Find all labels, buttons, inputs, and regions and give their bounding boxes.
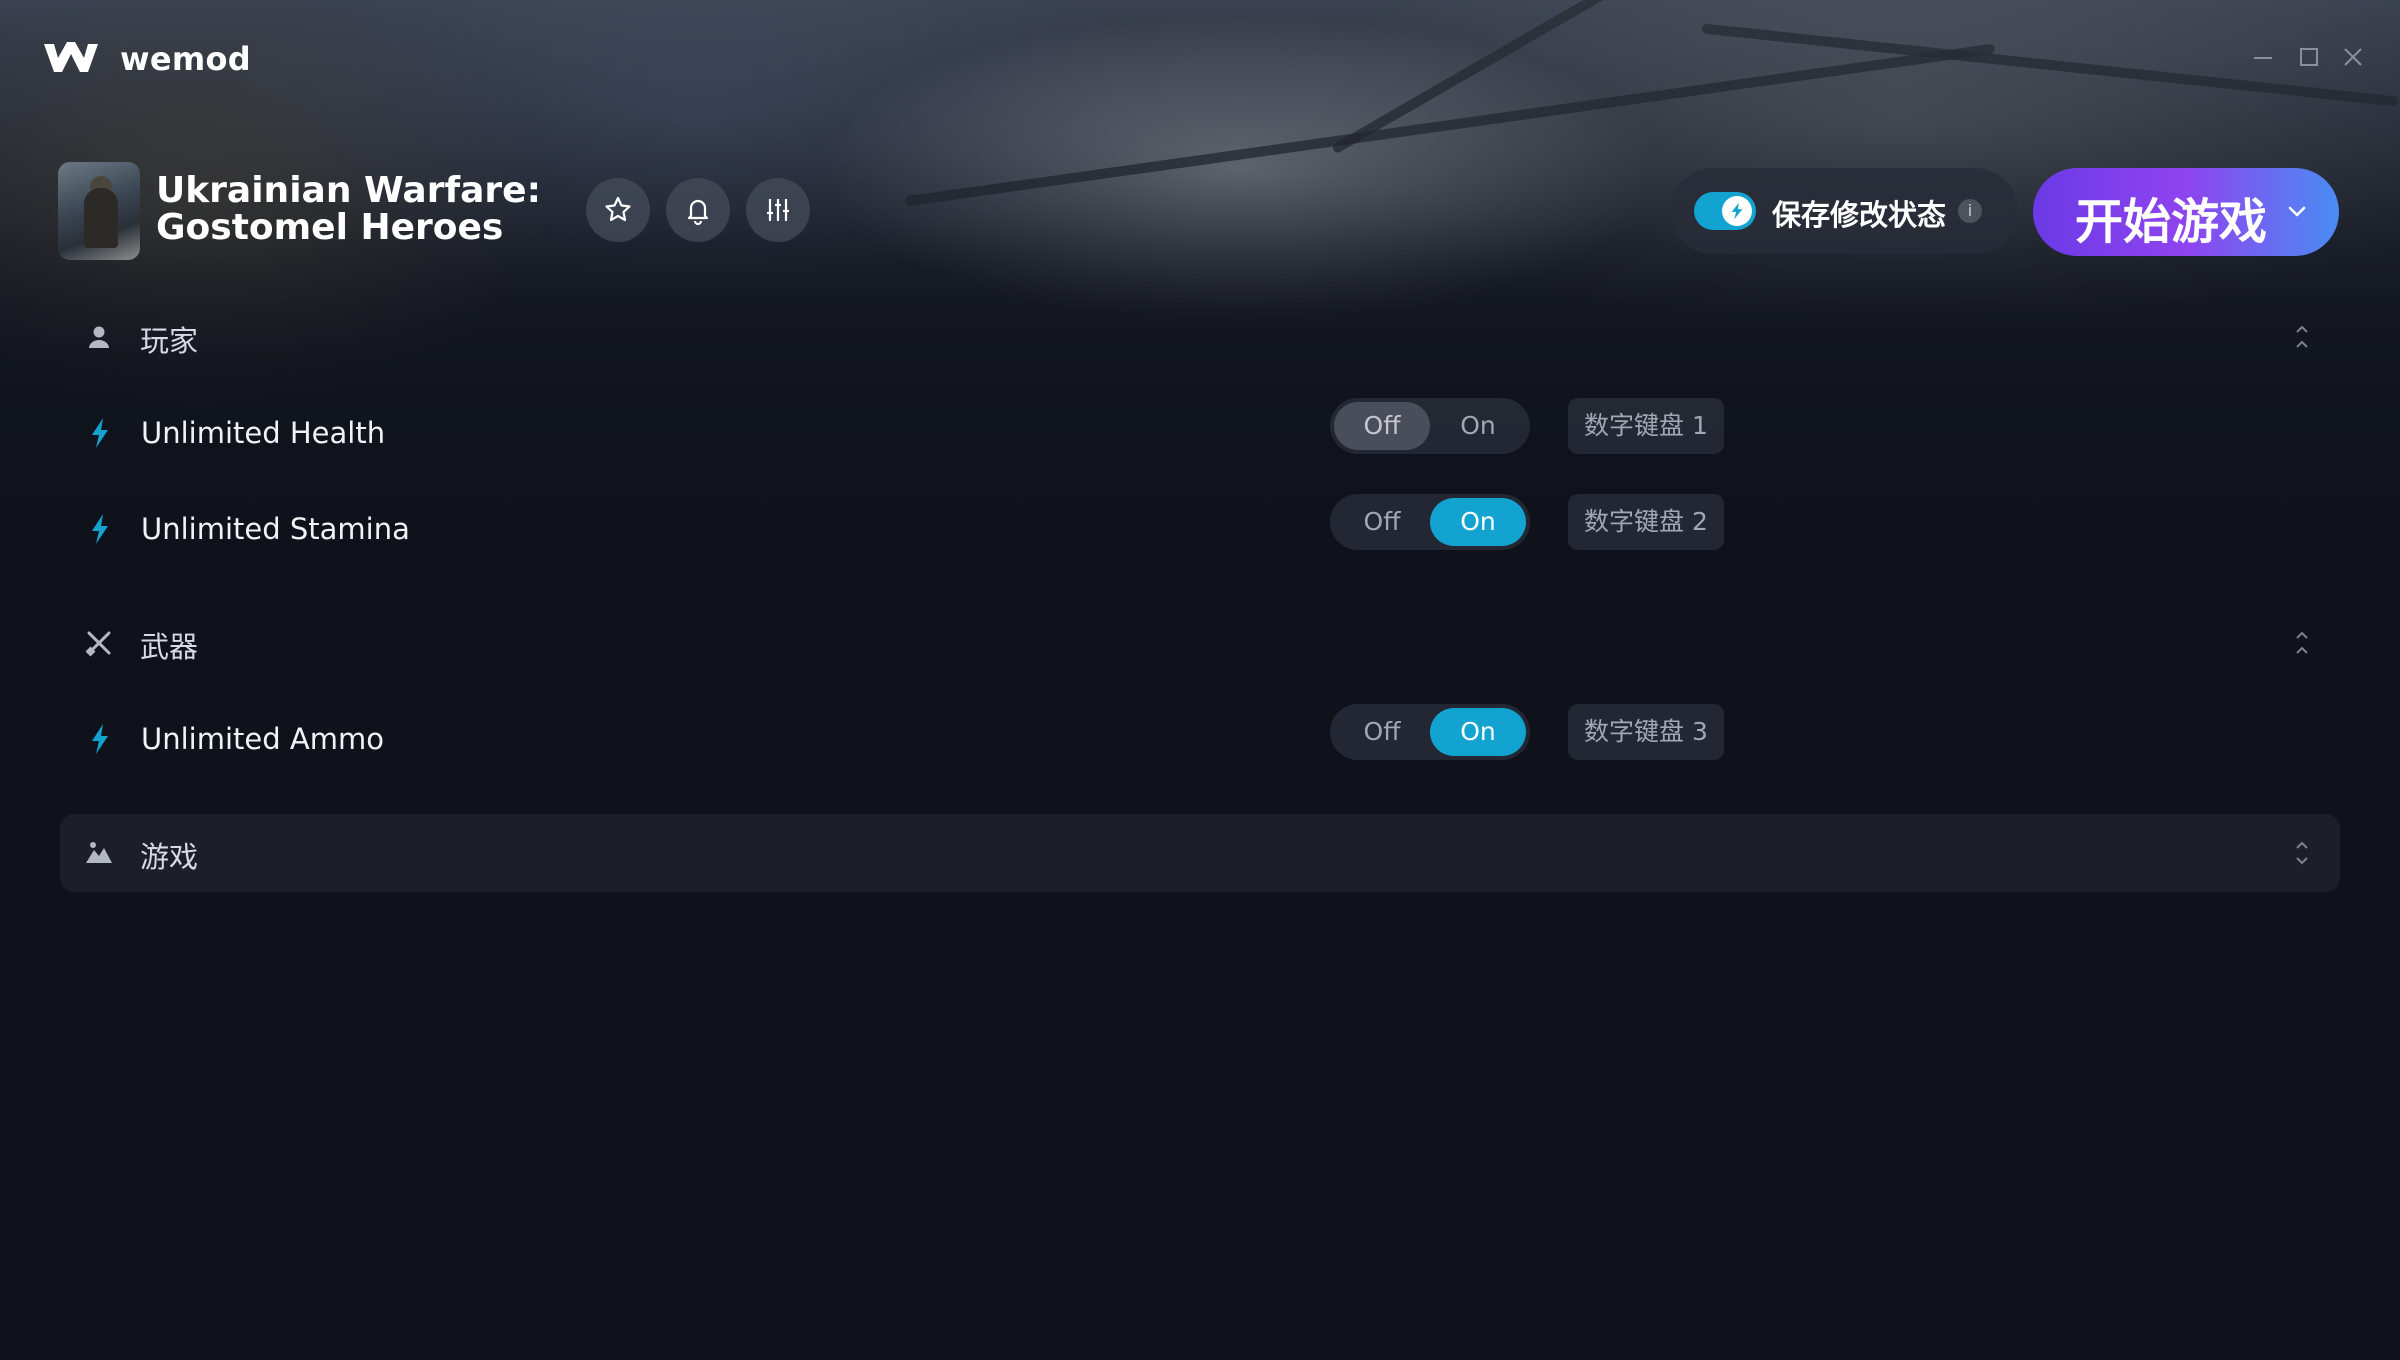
play-button-label: 开始游戏 bbox=[2075, 194, 2268, 250]
save-mods-label: 保存修改状态 bbox=[1772, 198, 1947, 232]
bolt-icon bbox=[92, 418, 108, 448]
section-label: 武器 bbox=[140, 630, 199, 664]
wemod-logo bbox=[44, 42, 98, 72]
toggle-off-option[interactable]: Off bbox=[1334, 498, 1430, 546]
expand-icon[interactable] bbox=[2288, 836, 2316, 870]
cheat-label: Unlimited Health bbox=[141, 416, 386, 450]
game-title: Ukrainian Warfare: Gostomel Heroes bbox=[156, 172, 541, 246]
section-header-game[interactable]: 游戏 bbox=[60, 814, 2340, 892]
chevron-down-icon[interactable] bbox=[2283, 198, 2311, 226]
cheat-row-unlimited-ammo: Unlimited Ammo Off On 数字键盘 3 bbox=[60, 702, 2340, 782]
sliders-icon bbox=[767, 199, 789, 221]
bolt-icon bbox=[1731, 202, 1743, 220]
hotkey-badge[interactable]: 数字键盘 2 bbox=[1568, 494, 1724, 550]
maximize-icon[interactable] bbox=[2296, 44, 2322, 70]
toggle-on-option[interactable]: On bbox=[1430, 402, 1526, 450]
collapse-icon[interactable] bbox=[2288, 626, 2316, 660]
cheat-row-unlimited-health: Unlimited Health Off On 数字键盘 1 bbox=[60, 396, 2340, 476]
section-label: 游戏 bbox=[140, 840, 199, 874]
toggle-on-option[interactable]: On bbox=[1430, 708, 1526, 756]
toggle-off-option[interactable]: Off bbox=[1334, 402, 1430, 450]
star-icon bbox=[605, 196, 631, 222]
cheat-toggle[interactable]: Off On bbox=[1330, 494, 1530, 550]
bolt-icon bbox=[92, 724, 108, 754]
bell-icon bbox=[687, 199, 709, 226]
settings-button[interactable] bbox=[746, 178, 810, 242]
bolt-icon bbox=[92, 514, 108, 544]
game-thumbnail bbox=[58, 162, 140, 260]
cheat-label: Unlimited Stamina bbox=[141, 512, 410, 546]
toggle-on-option[interactable]: On bbox=[1430, 498, 1526, 546]
section-header-weapons[interactable]: 武器 bbox=[60, 604, 2340, 682]
cheat-toggle[interactable]: Off On bbox=[1330, 704, 1530, 760]
toggle-off-option[interactable]: Off bbox=[1334, 708, 1430, 756]
minimize-icon[interactable] bbox=[2250, 44, 2276, 70]
title-bar: wemod bbox=[0, 0, 2400, 120]
play-button[interactable]: 开始游戏 bbox=[2033, 168, 2339, 256]
game-title-line1: Ukrainian Warfare: bbox=[156, 170, 541, 211]
brand-name: wemod bbox=[120, 40, 251, 78]
hotkey-badge[interactable]: 数字键盘 1 bbox=[1568, 398, 1724, 454]
favorite-button[interactable] bbox=[586, 178, 650, 242]
user-icon bbox=[89, 326, 109, 348]
hotkey-badge[interactable]: 数字键盘 3 bbox=[1568, 704, 1724, 760]
crossed-swords-icon bbox=[85, 631, 111, 657]
collapse-icon[interactable] bbox=[2288, 320, 2316, 354]
section-header-player[interactable]: 玩家 bbox=[60, 298, 2340, 376]
close-icon[interactable] bbox=[2340, 44, 2366, 70]
landscape-icon bbox=[86, 842, 112, 863]
game-title-line2: Gostomel Heroes bbox=[156, 207, 504, 248]
cheat-label: Unlimited Ammo bbox=[141, 722, 384, 756]
save-mods-control[interactable]: 保存修改状态 i bbox=[1670, 168, 2018, 254]
section-label: 玩家 bbox=[140, 324, 199, 358]
notifications-button[interactable] bbox=[666, 178, 730, 242]
cheat-row-unlimited-stamina: Unlimited Stamina Off On 数字键盘 2 bbox=[60, 492, 2340, 572]
cheat-toggle[interactable]: Off On bbox=[1330, 398, 1530, 454]
info-icon[interactable]: i bbox=[1958, 199, 1982, 223]
save-mods-toggle[interactable] bbox=[1694, 192, 1756, 230]
